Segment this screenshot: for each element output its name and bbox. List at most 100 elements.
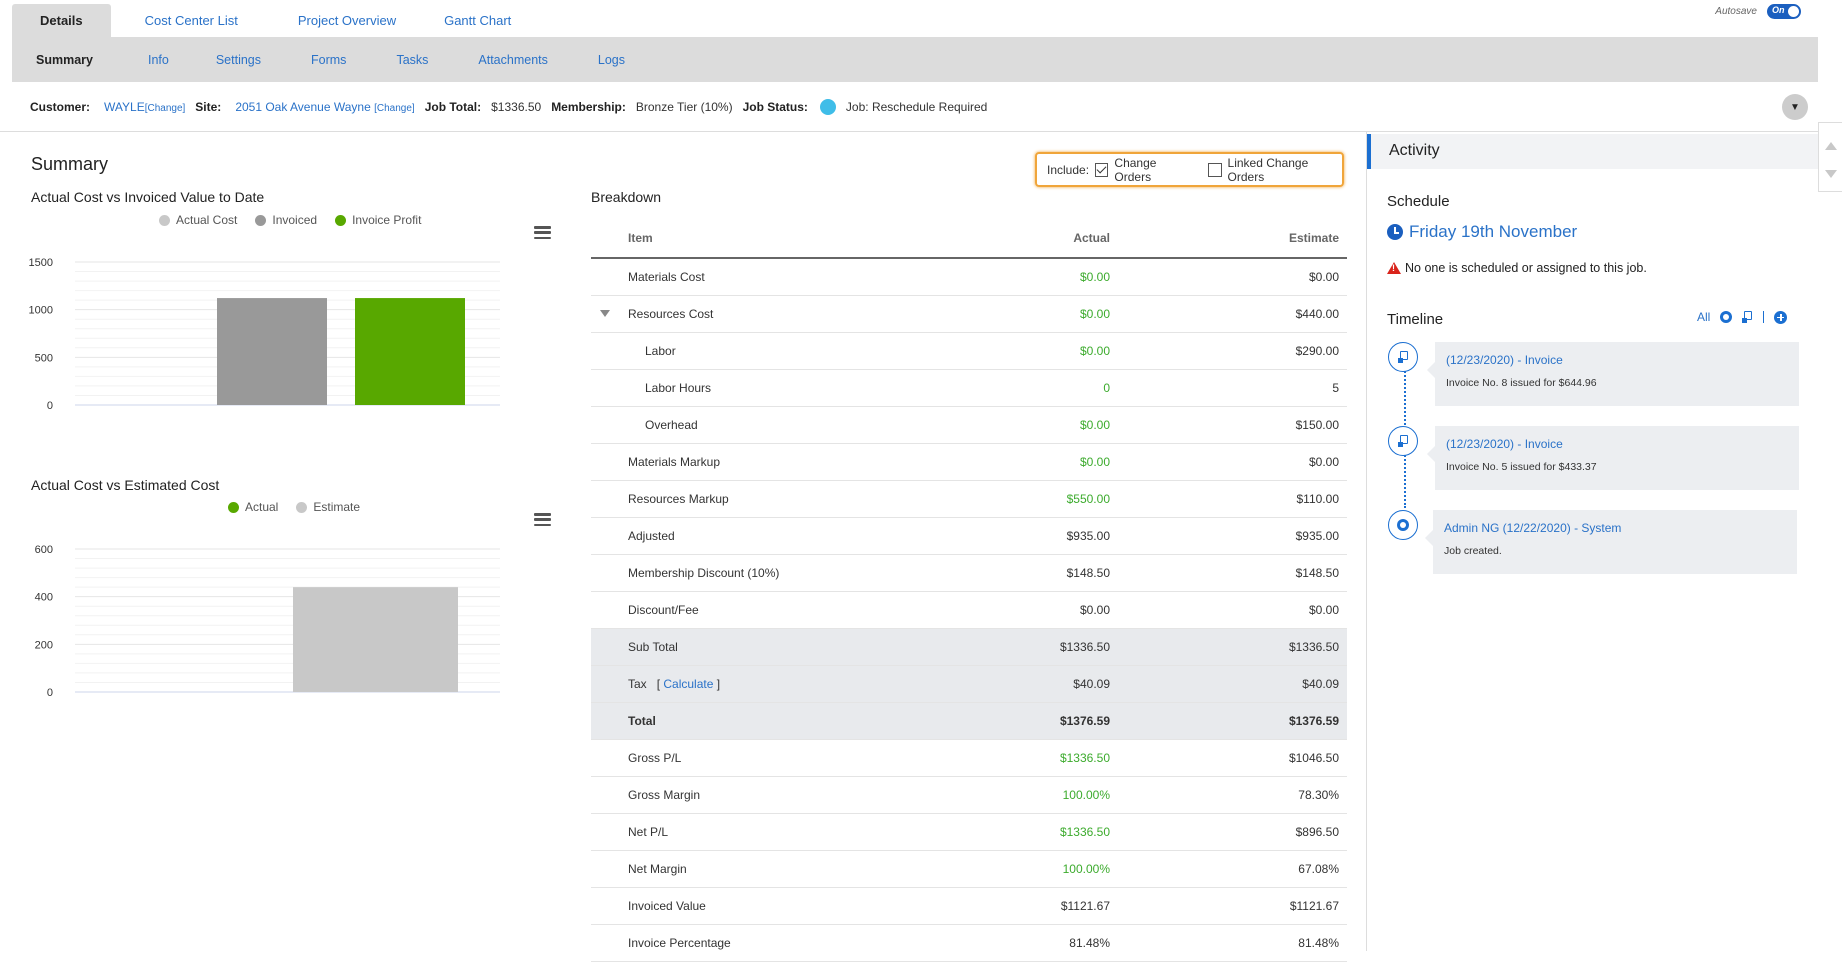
row-item: Discount/Fee (591, 591, 909, 629)
add-note-icon[interactable] (1774, 310, 1788, 324)
timeline-item-title[interactable]: (12/23/2020) - Invoice (1446, 437, 1563, 451)
autosave: Autosave On (1715, 4, 1801, 19)
row-item: Gross P/L (591, 739, 909, 777)
row-estimate: $148.50 (1110, 554, 1347, 592)
timeline-title: Timeline (1387, 311, 1444, 328)
subtab-tasks[interactable]: Tasks (382, 53, 442, 67)
row-actual: $0.00 (909, 332, 1110, 370)
invoice-filter-icon[interactable] (1742, 311, 1753, 323)
legend-item-invoice-profit[interactable]: Invoice Profit (335, 213, 421, 227)
schedule-date-text: Friday 19th November (1409, 222, 1578, 241)
chart1-menu-icon[interactable] (534, 226, 551, 239)
change-orders-label[interactable]: Change Orders (1114, 156, 1192, 184)
row-item: Net Margin (591, 850, 909, 888)
linked-change-orders-checkbox[interactable] (1208, 162, 1222, 177)
timeline-filters: All (1697, 310, 1788, 324)
legend-swatch (255, 214, 267, 226)
warning-icon (1387, 262, 1401, 274)
collapse-icon[interactable] (600, 310, 610, 317)
timeline-item-desc: Invoice No. 5 issued for $433.37 (1446, 461, 1597, 473)
tab-cost-center-list[interactable]: Cost Center List (111, 4, 272, 37)
row-estimate: $896.50 (1110, 813, 1347, 851)
warning-text: No one is scheduled or assigned to this … (1405, 261, 1647, 275)
membership-value: Bronze Tier (10%) (635, 99, 733, 114)
row-estimate: $290.00 (1110, 332, 1347, 370)
row-item: Gross Margin (591, 776, 909, 814)
table-row: Net P/L $1336.50 $896.50 (591, 813, 1347, 851)
table-row: Labor Hours 0 5 (591, 369, 1347, 407)
scroll-up-icon[interactable] (1825, 142, 1837, 150)
customer-link[interactable]: WAYLE (104, 100, 145, 114)
membership-label: Membership: (551, 99, 626, 114)
row-estimate: $0.00 (1110, 443, 1347, 481)
subtab-attachments[interactable]: Attachments (464, 53, 561, 67)
scroll-down-icon[interactable] (1825, 170, 1837, 178)
job-status-value: Job: Reschedule Required (845, 99, 988, 114)
row-item: Net P/L (591, 813, 909, 851)
legend-item-invoiced[interactable]: Invoiced (255, 213, 317, 227)
autosave-label: Autosave (1715, 6, 1757, 17)
legend-item-actual[interactable]: Actual (228, 500, 278, 514)
row-estimate: $40.09 (1110, 665, 1347, 703)
subtab-info[interactable]: Info (134, 53, 183, 67)
tab-project-overview[interactable]: Project Overview (272, 4, 422, 37)
tab-details[interactable]: Details (12, 4, 111, 37)
table-row: Overhead $0.00 $150.00 (591, 406, 1347, 444)
subtab-forms[interactable]: Forms (297, 53, 360, 67)
legend-label: Invoice Profit (352, 213, 422, 227)
row-item-label: Tax (628, 677, 647, 691)
autosave-toggle[interactable]: On (1767, 4, 1801, 19)
filter-all-link[interactable]: All (1697, 310, 1710, 324)
tab-gantt-chart[interactable]: Gantt Chart (422, 4, 533, 37)
table-row: Invoiced Value $1121.67 $1121.67 (591, 887, 1347, 925)
top-tabs: Details Cost Center List Project Overvie… (12, 4, 533, 37)
change-orders-checkbox[interactable] (1095, 162, 1109, 177)
job-total-info: Job Total: $1336.50 (425, 100, 542, 114)
site-change-link[interactable]: [Change] (374, 103, 415, 114)
calculate-tax-link[interactable]: Calculate (663, 677, 713, 691)
status-dot-icon (819, 98, 836, 115)
table-row: Materials Cost $0.00 $0.00 (591, 258, 1347, 296)
customer-change-link[interactable]: [Change] (145, 103, 186, 114)
y-tick-label: 500 (35, 352, 53, 364)
row-item: Labor (591, 332, 909, 370)
row-estimate: $1376.59 (1110, 702, 1347, 740)
subtab-settings[interactable]: Settings (202, 53, 275, 67)
schedule-title: Schedule (1387, 193, 1450, 210)
table-row: Materials Markup $0.00 $0.00 (591, 443, 1347, 481)
row-actual: $0.00 (909, 295, 1110, 333)
legend-item-estimate[interactable]: Estimate (296, 500, 360, 514)
row-estimate: $0.00 (1110, 591, 1347, 629)
row-estimate: $440.00 (1110, 295, 1347, 333)
timeline-item-title[interactable]: Admin NG (12/22/2020) - System (1444, 521, 1621, 535)
table-row: Tax [ Calculate ] $40.09 $40.09 (591, 665, 1347, 703)
invoice-doc-icon (1397, 435, 1409, 447)
expand-dropdown-button[interactable]: ▼ (1782, 94, 1808, 120)
job-status-info: Job Status: Job: Reschedule Required (743, 98, 988, 115)
row-estimate: $1046.50 (1110, 739, 1347, 777)
timeline-item-desc: Invoice No. 8 issued for $644.96 (1446, 377, 1597, 389)
linked-change-orders-label[interactable]: Linked Change Orders (1228, 156, 1342, 184)
site-link[interactable]: 2051 Oak Avenue Wayne (235, 100, 370, 114)
membership-info: Membership: Bronze Tier (10%) (551, 100, 732, 114)
table-row: Membership Discount (10%) $148.50 $148.50 (591, 554, 1347, 592)
site-label: Site: (195, 99, 222, 114)
system-icon (1388, 510, 1418, 540)
activity-panel: Activity Schedule Friday 19th November N… (1366, 131, 1819, 951)
job-total-label: Job Total: (424, 99, 482, 114)
subtab-logs[interactable]: Logs (584, 53, 639, 67)
sub-tabs: Summary Info Settings Forms Tasks Attach… (12, 37, 1818, 82)
row-actual: $1121.67 (909, 887, 1110, 925)
timeline-item: (12/23/2020) - Invoice Invoice No. 8 iss… (1427, 342, 1799, 406)
customer-info: Customer: WAYLE[Change] (30, 100, 185, 114)
table-row: Total $1376.59 $1376.59 (591, 702, 1347, 740)
chart2-title: Actual Cost vs Estimated Cost (31, 477, 220, 493)
timeline-item-title[interactable]: (12/23/2020) - Invoice (1446, 353, 1563, 367)
legend-item-actual-cost[interactable]: Actual Cost (159, 213, 237, 227)
subtab-summary[interactable]: Summary (12, 53, 115, 67)
chart2-menu-icon[interactable] (534, 513, 551, 526)
row-item: Overhead (591, 406, 909, 444)
schedule-date[interactable]: Friday 19th November (1387, 222, 1577, 242)
system-filter-icon[interactable] (1720, 311, 1733, 323)
scrollbar[interactable] (1818, 122, 1842, 192)
